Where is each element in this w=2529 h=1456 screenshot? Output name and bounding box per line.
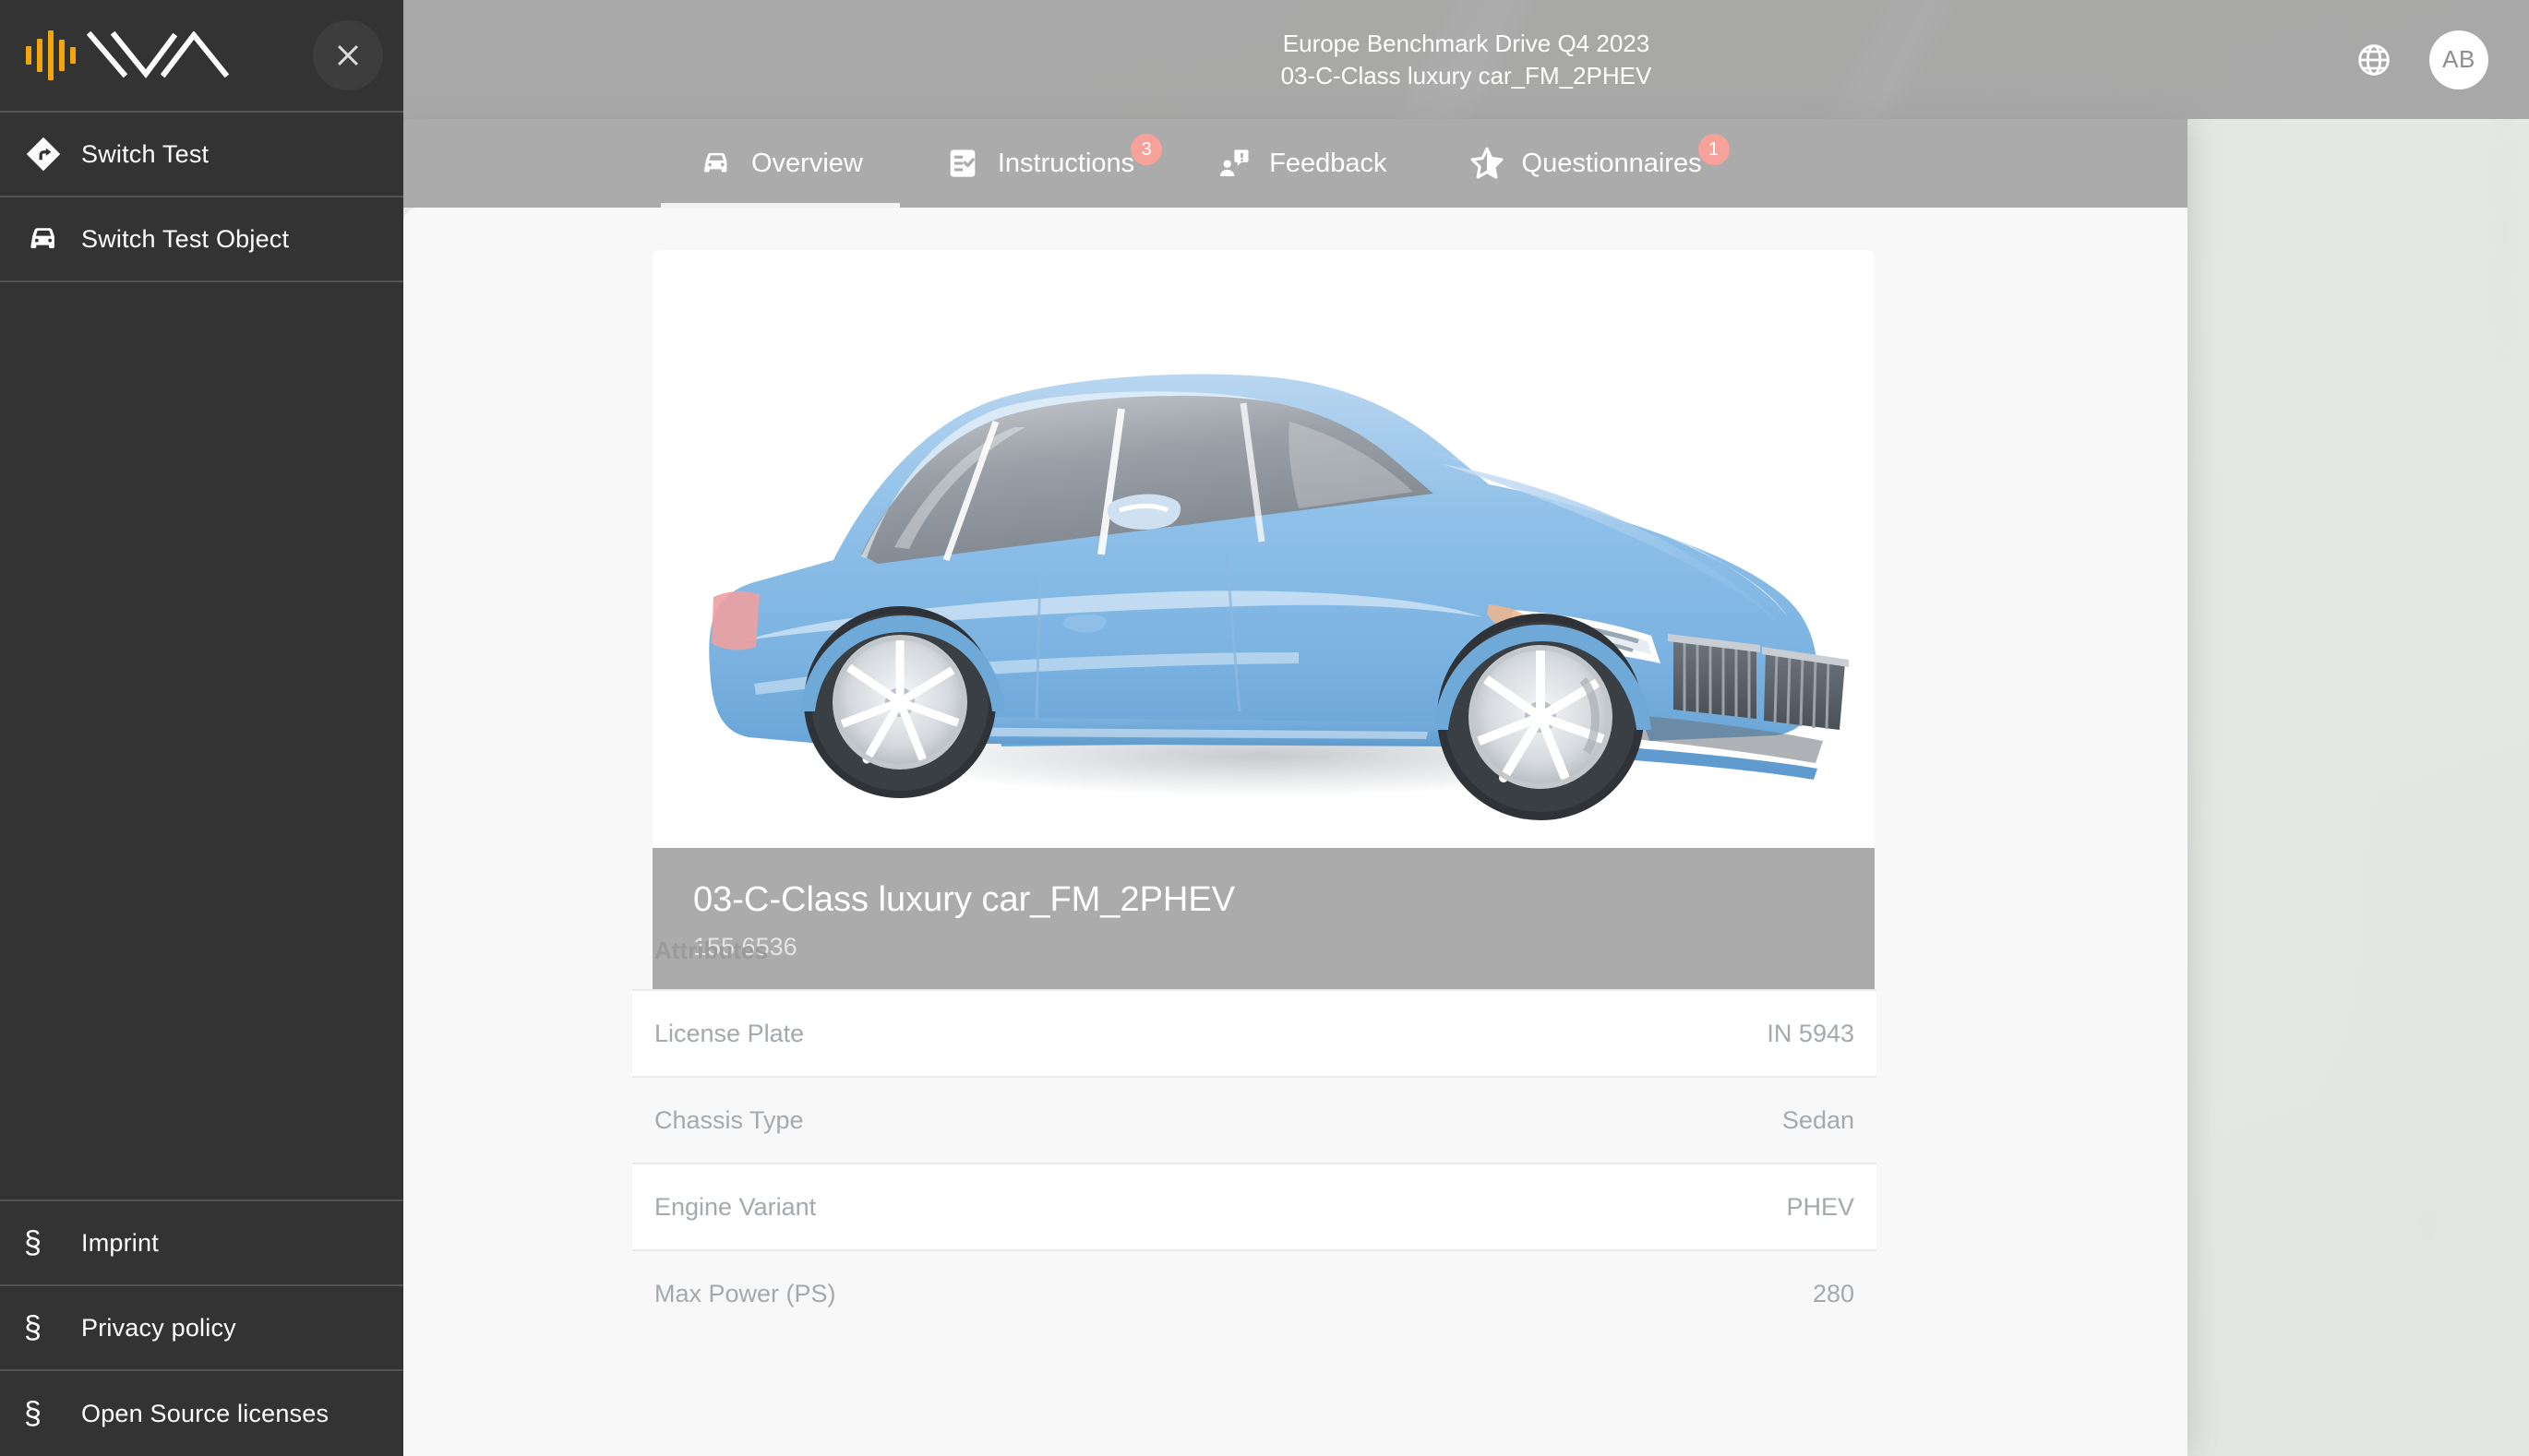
vehicle-name: 03-C-Class luxury car_FM_2PHEV: [693, 880, 1236, 919]
attributes-section: Attributes License Plate IN 5943 Chassis…: [632, 937, 1876, 1336]
sidebar-item-label: Switch Test: [81, 139, 210, 168]
close-icon: [338, 45, 358, 66]
tab-overview[interactable]: Overview: [657, 119, 904, 208]
attribute-value: PHEV: [1786, 1192, 1854, 1221]
sidebar-item-privacy-policy[interactable]: § Privacy policy: [0, 1286, 403, 1371]
tab-feedback[interactable]: Feedback: [1175, 119, 1427, 208]
attribute-row: Engine Variant PHEV: [632, 1163, 1876, 1249]
sidebar-item-label: Imprint: [81, 1228, 159, 1257]
app-panel: Overview Instructions 3 Feedback Questio…: [403, 119, 2187, 1456]
avatar-initials: AB: [2442, 45, 2475, 73]
tab-questionnaires[interactable]: Questionnaires 1: [1428, 119, 1743, 208]
star-half-icon: [1468, 145, 1505, 182]
turn-right-diamond-icon: [24, 135, 81, 173]
section-sign-icon: §: [24, 1396, 42, 1431]
avatar[interactable]: AB: [2429, 30, 2488, 90]
attribute-row: License Plate IN 5943: [632, 989, 1876, 1076]
globe-icon[interactable]: [2355, 42, 2392, 78]
attribute-row: Chassis Type Sedan: [632, 1076, 1876, 1163]
sidebar-footer: § Imprint § Privacy policy § Open Source…: [0, 1199, 403, 1456]
waveform-icon: [26, 30, 76, 80]
sidebar-item-open-source-licenses[interactable]: § Open Source licenses: [0, 1371, 403, 1456]
tab-instructions[interactable]: Instructions 3: [904, 119, 1175, 208]
sidebar-item-imprint[interactable]: § Imprint: [0, 1201, 403, 1286]
close-sidebar-button[interactable]: [313, 20, 383, 90]
vehicle-card: 03-C-Class luxury car_FM_2PHEV 155 6536: [653, 250, 1875, 998]
tab-label: Instructions: [997, 148, 1135, 178]
sidebar-item-label: Open Source licenses: [81, 1399, 330, 1427]
attribute-row: Max Power (PS) 280: [632, 1249, 1876, 1336]
attribute-label: License Plate: [654, 1019, 805, 1047]
sidebar-item-switch-test-object[interactable]: Switch Test Object: [0, 197, 403, 282]
attribute-label: Chassis Type: [654, 1105, 804, 1134]
mountain-mark-icon: [86, 31, 230, 78]
checklist-icon: [944, 145, 981, 182]
study-name: Europe Benchmark Drive Q4 2023: [1282, 29, 1650, 57]
attribute-value: 280: [1812, 1279, 1854, 1307]
top-bar: Europe Benchmark Drive Q4 2023 03-C-Clas…: [403, 0, 2529, 119]
tab-label: Feedback: [1269, 148, 1387, 178]
sidebar: Switch Test Switch Test Object § Imprint…: [0, 0, 403, 1456]
sidebar-item-switch-test[interactable]: Switch Test: [0, 113, 403, 197]
section-sign-icon: §: [24, 1225, 42, 1260]
test-object-name: 03-C-Class luxury car_FM_2PHEV: [1280, 61, 1652, 90]
attributes-heading: Attributes: [654, 937, 768, 964]
sidebar-header: [0, 0, 403, 113]
tab-bar: Overview Instructions 3 Feedback Questio…: [403, 119, 2187, 208]
page-title: Europe Benchmark Drive Q4 2023 03-C-Clas…: [1281, 28, 1652, 92]
tab-label: Overview: [751, 148, 863, 178]
attribute-label: Engine Variant: [654, 1192, 817, 1221]
attribute-value: IN 5943: [1767, 1019, 1854, 1047]
car-front-icon: [24, 220, 81, 258]
vehicle-image: [653, 250, 1875, 848]
attribute-value: Sedan: [1781, 1105, 1854, 1134]
person-speech-bubble-icon: [1216, 145, 1253, 182]
sidebar-item-label: Switch Test Object: [81, 224, 290, 253]
tab-badge: 1: [1697, 134, 1730, 165]
top-bar-actions: AB: [2355, 0, 2488, 119]
tab-label: Questionnaires: [1521, 148, 1702, 178]
content-area: 03-C-Class luxury car_FM_2PHEV 155 6536 …: [403, 208, 2187, 1456]
attribute-label: Max Power (PS): [654, 1279, 836, 1307]
tab-badge: 3: [1131, 134, 1163, 165]
sidebar-item-label: Privacy policy: [81, 1313, 236, 1342]
section-sign-icon: §: [24, 1310, 42, 1345]
car-front-icon: [698, 145, 735, 182]
waveform-mountain-logo: [26, 30, 233, 80]
